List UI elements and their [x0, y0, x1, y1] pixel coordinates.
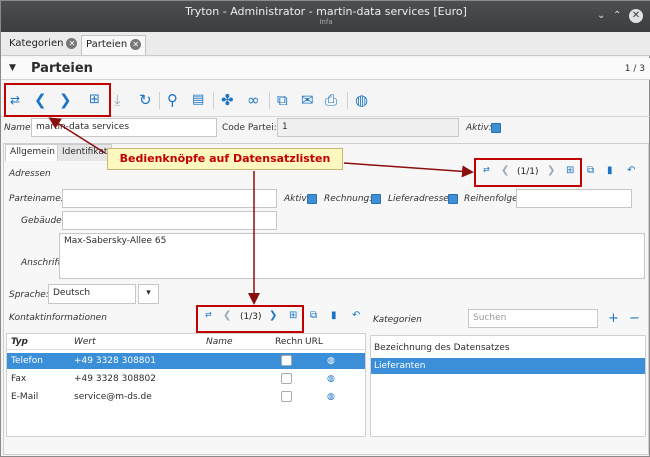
globe-icon[interactable]: ◍ [327, 389, 335, 405]
delete-icon[interactable]: ▮ [607, 165, 613, 176]
highlight-box-addresses [474, 158, 582, 187]
tab-identifikatoren[interactable]: Identifikat [57, 144, 113, 161]
name-label: Name: [4, 123, 34, 133]
table-row[interactable]: Telefon +49 3328 308801 ◍ [7, 353, 365, 369]
toolbar-divider [347, 92, 348, 109]
minimize-icon[interactable]: ⌄ [597, 10, 605, 21]
add-icon[interactable]: + [608, 311, 619, 326]
cell-value: service@m-ds.de [74, 392, 152, 402]
cell-type: Telefon [11, 356, 43, 366]
column-header[interactable]: Typ [11, 334, 28, 350]
contacts-title: Kontaktinformationen [9, 313, 107, 323]
tab-label: Kategorien [9, 38, 64, 49]
dropdown-icon[interactable]: ▾ [138, 284, 159, 304]
open-report-icon[interactable]: ⧉ [277, 91, 288, 109]
delete-icon[interactable]: ▮ [331, 310, 337, 321]
maximize-icon[interactable]: ⌃ [613, 10, 621, 21]
column-header[interactable]: Name [206, 334, 233, 350]
address-label: Anschrift: [21, 258, 65, 268]
sequence-label: Reihenfolge: [464, 194, 521, 204]
table-header: Typ Wert Name Rechn URL [7, 334, 365, 350]
page-title: Parteien [31, 61, 93, 76]
delivery-checkbox[interactable] [448, 194, 458, 204]
tab-kategorien[interactable]: Kategorien ✕ [5, 35, 81, 55]
globe-icon[interactable]: ◍ [327, 371, 335, 387]
annotation-callout: Bedienknöpfe auf Datensatzlisten [107, 148, 343, 170]
print-icon[interactable]: ⎙ [325, 91, 337, 109]
cell-type: E-Mail [11, 392, 39, 402]
invoice-checkbox[interactable] [371, 194, 381, 204]
table-row[interactable]: E-Mail service@m-ds.de ◍ [7, 389, 365, 405]
delivery-label: Lieferadresse: [388, 194, 452, 204]
column-header[interactable]: Bezeichnung des Datensatzes [374, 340, 644, 356]
active-label: Aktiv: [466, 123, 492, 133]
building-label: Gebäude: [21, 216, 65, 226]
address-active-checkbox[interactable] [307, 194, 317, 204]
tab-bar: Kategorien ✕ Parteien ✕ [1, 32, 650, 56]
language-label: Sprache: [9, 290, 49, 300]
cell-type: Fax [11, 374, 27, 384]
name-field[interactable]: martin-data services [31, 118, 217, 137]
address-active-label: Aktiv: [284, 194, 310, 204]
close-tab-icon[interactable]: ✕ [130, 38, 142, 50]
cell-value: +49 3328 308801 [74, 356, 156, 366]
categories-table: Bezeichnung des Datensatzes Lieferanten [370, 335, 646, 437]
table-row[interactable]: Lieferanten [371, 358, 645, 374]
record-counter: 1 / 3 [624, 64, 645, 74]
cell-value: +49 3328 308802 [74, 374, 156, 384]
column-header[interactable]: Rechn [275, 334, 303, 350]
globe-icon[interactable]: ◍ [355, 91, 368, 109]
close-window-icon[interactable]: ✕ [629, 9, 643, 23]
categories-title: Kategorien [373, 315, 422, 325]
open-record-icon[interactable]: ⧉ [587, 165, 594, 176]
form-header: ▼ Parteien 1 / 3 [1, 58, 650, 80]
tab-allgemein[interactable]: Allgemein [5, 144, 60, 161]
tab-label: Parteien [86, 39, 128, 50]
relate-icon[interactable]: ∞ [247, 91, 260, 109]
code-label: Code Partei: [222, 123, 277, 133]
window-subtitle: Infa [319, 18, 333, 26]
open-record-icon[interactable]: ⧉ [310, 310, 317, 321]
undo-icon[interactable]: ↶ [627, 165, 635, 176]
attachment-icon[interactable]: ⚲ [167, 91, 178, 109]
application-window: Tryton - Administrator - martin-data ser… [0, 0, 650, 457]
collapse-icon[interactable]: ▼ [9, 63, 16, 73]
window-title: Tryton - Administrator - martin-data ser… [185, 5, 467, 18]
undo-icon[interactable]: ↶ [352, 310, 360, 321]
invoice-checkbox[interactable] [281, 391, 292, 402]
invoice-label: Rechnung: [324, 194, 373, 204]
globe-icon[interactable]: ◍ [327, 353, 335, 369]
toolbar-divider [269, 92, 270, 109]
category-search-input[interactable]: Suchen [468, 309, 598, 328]
save-icon[interactable]: ⤓ [114, 91, 121, 109]
address-textarea[interactable]: Max-Sabersky-Allee 65 [59, 233, 645, 279]
toolbar-divider [213, 92, 214, 109]
remove-icon[interactable]: − [629, 311, 640, 326]
reload-icon[interactable]: ↻ [139, 91, 152, 109]
close-tab-icon[interactable]: ✕ [66, 37, 78, 49]
email-icon[interactable]: ✉ [301, 91, 314, 109]
action-icon[interactable]: ✤ [221, 91, 234, 109]
invoice-checkbox[interactable] [281, 355, 292, 366]
sequence-field[interactable] [516, 189, 632, 208]
contacts-table: Typ Wert Name Rechn URL Telefon +49 3328… [6, 333, 366, 437]
title-bar: Tryton - Administrator - martin-data ser… [1, 1, 650, 32]
active-checkbox[interactable] [491, 123, 501, 133]
column-header[interactable]: Wert [74, 334, 96, 350]
table-row[interactable]: Fax +49 3328 308802 ◍ [7, 371, 365, 387]
building-field[interactable] [62, 211, 277, 230]
code-field: 1 [277, 118, 459, 137]
invoice-checkbox[interactable] [281, 373, 292, 384]
toolbar-divider [159, 92, 160, 109]
party-name-field[interactable] [62, 189, 277, 208]
tab-parteien[interactable]: Parteien ✕ [81, 35, 147, 55]
addresses-title: Adressen [9, 169, 51, 179]
language-select[interactable]: Deutsch [48, 284, 136, 304]
highlight-box-toolbar [4, 83, 111, 117]
note-icon[interactable]: ▤ [192, 91, 204, 109]
highlight-box-contacts [196, 305, 304, 333]
party-name-label: Parteiname: [9, 194, 64, 204]
column-header[interactable]: URL [305, 334, 323, 350]
